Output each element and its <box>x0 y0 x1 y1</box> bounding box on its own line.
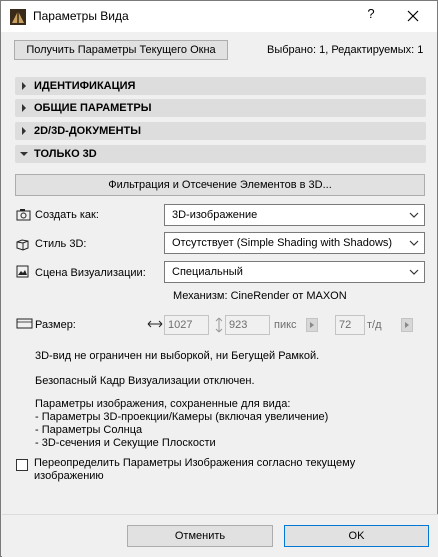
cancel-button[interactable]: Отменить <box>127 525 273 547</box>
style-3d-value: Отсутствует (Simple Shading with Shadows… <box>172 237 393 249</box>
scene-label: Сцена Визуализации: <box>35 267 146 279</box>
filter-3d-elements-button[interactable]: Фильтрация и Отсечение Элементов в 3D... <box>15 174 425 196</box>
resolution-value: 72 <box>339 319 352 331</box>
section-only-3d[interactable]: ТОЛЬКО 3D <box>15 145 426 163</box>
title-bar[interactable]: Параметры Вида ? <box>1 1 437 32</box>
close-icon[interactable] <box>399 5 427 27</box>
section-general[interactable]: ОБЩИЕ ПАРАМЕТРЫ <box>15 99 426 117</box>
override-image-params-label[interactable]: Переопределить Параметры Изображения сог… <box>34 457 355 469</box>
chevron-right-icon <box>22 127 26 135</box>
chevron-right-icon <box>22 104 26 112</box>
section-2d3d-documents[interactable]: 2D/3D-ДОКУМЕНТЫ <box>15 122 426 140</box>
chevron-down-icon <box>409 269 419 275</box>
width-value: 1027 <box>168 319 193 331</box>
scene-value: Специальный <box>172 266 243 278</box>
override-image-params-checkbox[interactable] <box>16 459 28 471</box>
chevron-right-icon <box>22 82 26 90</box>
chevron-right-icon <box>310 322 314 328</box>
cube-icon <box>16 239 29 251</box>
info-marquee-text: 3D-вид не ограничен ни выборкой, ни Бегу… <box>35 350 320 362</box>
size-unit: пикс <box>274 319 297 331</box>
height-arrows-icon <box>215 317 223 333</box>
scene-icon <box>16 265 29 278</box>
scene-select[interactable]: Специальный <box>164 261 425 283</box>
height-value: 923 <box>229 319 248 331</box>
size-unit-stepper[interactable] <box>306 318 318 332</box>
style-3d-select[interactable]: Отсутствует (Simple Shading with Shadows… <box>164 232 425 254</box>
chevron-down-icon <box>409 212 419 218</box>
section-identification[interactable]: ИДЕНТИФИКАЦИЯ <box>15 77 426 95</box>
chevron-down-icon <box>409 240 419 246</box>
resolution-field[interactable]: 72 <box>335 315 365 335</box>
override-image-params-label[interactable]: изображению <box>34 470 104 482</box>
style-3d-label: Стиль 3D: <box>35 238 87 250</box>
width-arrows-icon <box>147 320 163 328</box>
chevron-right-icon <box>405 322 409 328</box>
chevron-down-icon <box>20 152 28 156</box>
window-title: Параметры Вида <box>33 9 129 23</box>
size-icon <box>16 318 33 329</box>
create-as-label: Создать как: <box>35 209 99 221</box>
size-label: Размер: <box>35 319 76 331</box>
selection-status: Выбрано: 1, Редактируемых: 1 <box>267 44 424 56</box>
width-field[interactable]: 1027 <box>164 315 209 335</box>
section-label: ТОЛЬКО 3D <box>34 148 97 160</box>
saved-params-item: - 3D-сечения и Секущие Плоскости <box>35 437 216 449</box>
saved-params-title: Параметры изображения, сохраненные для в… <box>35 398 291 410</box>
camera-icon <box>16 209 31 221</box>
view-settings-dialog: Параметры Вида ? Получить Параметры Теку… <box>0 0 438 557</box>
get-current-window-params-button[interactable]: Получить Параметры Текущего Окна <box>14 40 228 60</box>
ok-button[interactable]: OK <box>284 525 429 547</box>
saved-params-item: - Параметры Солнца <box>35 424 143 436</box>
resolution-unit-stepper[interactable] <box>401 318 413 332</box>
section-label: ОБЩИЕ ПАРАМЕТРЫ <box>34 102 152 114</box>
dialog-footer: Отменить OK <box>2 514 438 557</box>
render-engine-text: Механизм: CineRender от MAXON <box>173 290 347 302</box>
archicad-icon <box>10 9 26 25</box>
info-safe-frame-text: Безопасный Кадр Визуализации отключен. <box>35 375 255 387</box>
resolution-unit: т/д <box>367 319 382 331</box>
section-label: 2D/3D-ДОКУМЕНТЫ <box>34 125 141 137</box>
section-label: ИДЕНТИФИКАЦИЯ <box>34 80 136 92</box>
help-button[interactable]: ? <box>361 6 381 21</box>
height-field[interactable]: 923 <box>225 315 270 335</box>
saved-params-item: - Параметры 3D-проекции/Камеры (включая … <box>35 411 329 423</box>
create-as-select[interactable]: 3D-изображение <box>164 204 425 226</box>
create-as-value: 3D-изображение <box>172 209 258 221</box>
